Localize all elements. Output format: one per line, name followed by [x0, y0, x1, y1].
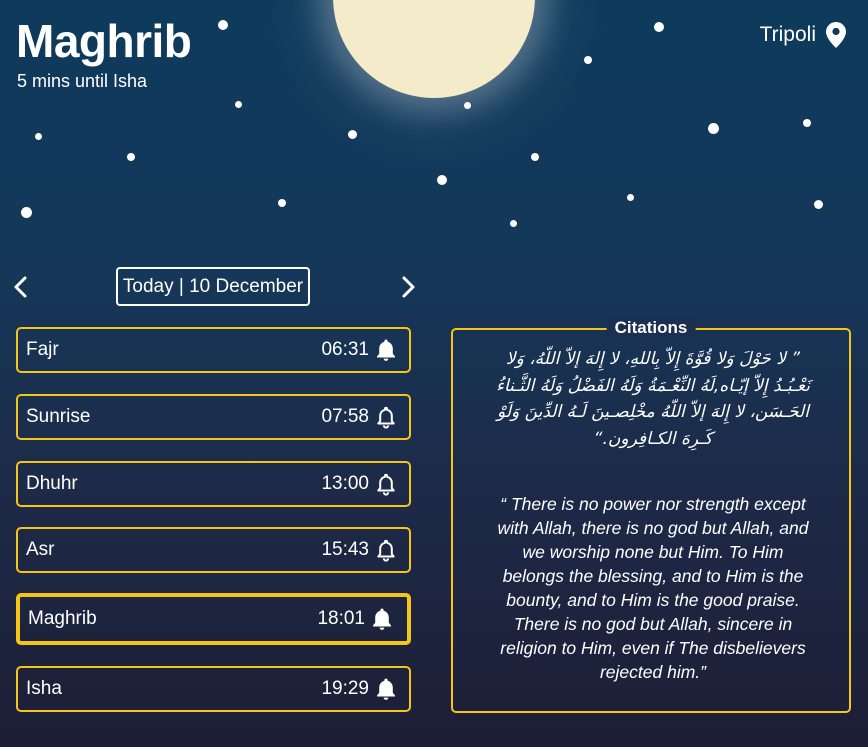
previous-day-button[interactable] [8, 273, 36, 301]
bell-outline-icon[interactable] [375, 472, 397, 496]
prayer-time: 07:58 [321, 406, 369, 427]
current-prayer-title: Maghrib [16, 15, 192, 67]
prayer-time: 13:00 [321, 473, 369, 494]
star [35, 133, 42, 140]
star [803, 119, 811, 127]
bell-outline-icon[interactable] [375, 405, 397, 429]
star [218, 20, 228, 30]
prayer-name: Maghrib [28, 608, 97, 629]
prayer-name: Isha [26, 678, 62, 699]
next-prayer-countdown: 5 mins until Isha [17, 71, 148, 91]
bell-icon[interactable] [375, 338, 397, 362]
star [814, 200, 823, 209]
prayer-row-asr[interactable]: Asr 15:43 [16, 527, 411, 573]
prayer-row-isha[interactable]: Isha 19:29 [16, 666, 411, 712]
prayer-time: 15:43 [321, 539, 369, 560]
star [21, 207, 32, 218]
star [348, 130, 357, 139]
star [278, 199, 286, 207]
prayer-time: 18:01 [317, 608, 365, 629]
prayer-name: Fajr [26, 339, 59, 360]
prayer-name: Asr [26, 539, 55, 560]
moon [333, 0, 535, 98]
bell-icon[interactable] [375, 677, 397, 701]
prayer-row-sunrise[interactable]: Sunrise 07:58 [16, 394, 411, 440]
prayer-time: 19:29 [321, 678, 369, 699]
date-label: Today | 10 December [122, 275, 304, 297]
prayer-name: Sunrise [26, 406, 91, 427]
star [437, 175, 447, 185]
citations-title: Citations [606, 318, 696, 338]
prayer-row-dhuhr[interactable]: Dhuhr 13:00 [16, 461, 411, 507]
prayer-name: Dhuhr [26, 473, 78, 494]
star [584, 56, 592, 64]
next-day-button[interactable] [394, 273, 422, 301]
star [627, 194, 634, 201]
map-pin-icon [826, 22, 846, 48]
bell-icon[interactable] [371, 607, 393, 631]
location-selector[interactable]: Tripoli [760, 22, 846, 48]
english-citation: “ There is no power nor strength except … [497, 494, 809, 682]
star [654, 22, 664, 32]
star [127, 153, 135, 161]
star [464, 102, 471, 109]
star [235, 101, 242, 108]
bell-outline-icon[interactable] [375, 538, 397, 562]
prayer-row-fajr[interactable]: Fajr 06:31 [16, 327, 411, 373]
date-picker-button[interactable]: Today | 10 December [116, 267, 310, 306]
location-label: Tripoli [759, 23, 816, 46]
star [531, 153, 539, 161]
prayer-time: 06:31 [321, 339, 369, 360]
star [510, 220, 517, 227]
prayer-row-maghrib[interactable]: Maghrib 18:01 [16, 593, 411, 645]
star [708, 123, 719, 134]
citations-panel: Citations ” لا حَوْلَ وَلا قُوَّةَ إِلاّ… [451, 318, 851, 713]
arabic-citation: ” لا حَوْلَ وَلا قُوَّةَ إِلاّ بِاللهِ، … [495, 349, 810, 449]
